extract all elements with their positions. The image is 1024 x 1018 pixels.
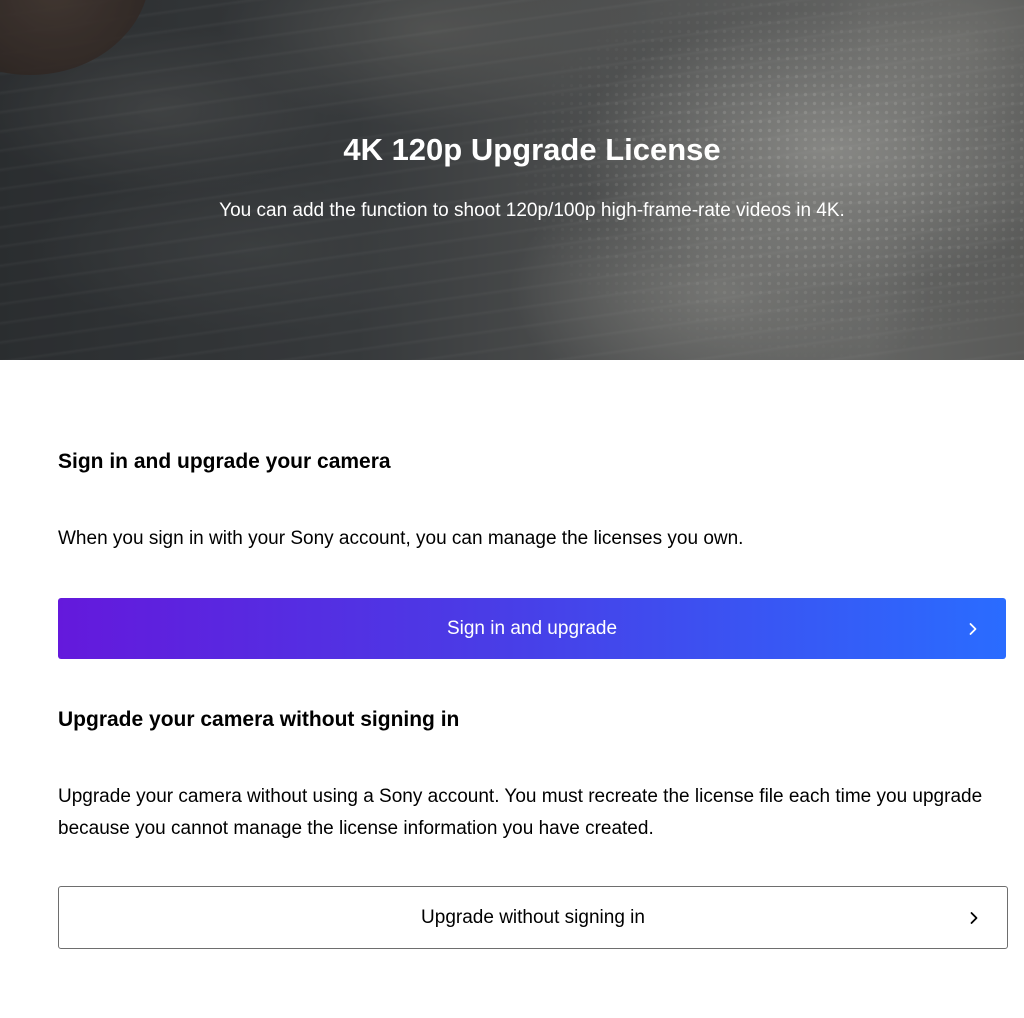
upgrade-without-signing-in-button[interactable]: Upgrade without signing in (58, 886, 1008, 949)
sign-in-description: When you sign in with your Sony account,… (58, 528, 744, 549)
no-sign-in-heading: Upgrade your camera without signing in (58, 708, 460, 731)
sign-in-and-upgrade-label: Sign in and upgrade (446, 617, 618, 639)
page-title: 4K 120p Upgrade License (343, 132, 721, 167)
sign-in-heading: Sign in and upgrade your camera (58, 450, 391, 473)
page-subtitle: You can add the function to shoot 120p/1… (219, 200, 845, 221)
no-sign-in-description: Upgrade your camera without using a Sony… (58, 786, 983, 839)
upgrade-without-signing-in-label: Upgrade without signing in (421, 906, 645, 928)
sign-in-and-upgrade-button[interactable]: Sign in and upgrade (58, 598, 1006, 659)
chevron-right-icon (969, 622, 977, 635)
chevron-right-icon (970, 911, 978, 924)
hero-banner: 4K 120p Upgrade License You can add the … (0, 0, 1024, 360)
